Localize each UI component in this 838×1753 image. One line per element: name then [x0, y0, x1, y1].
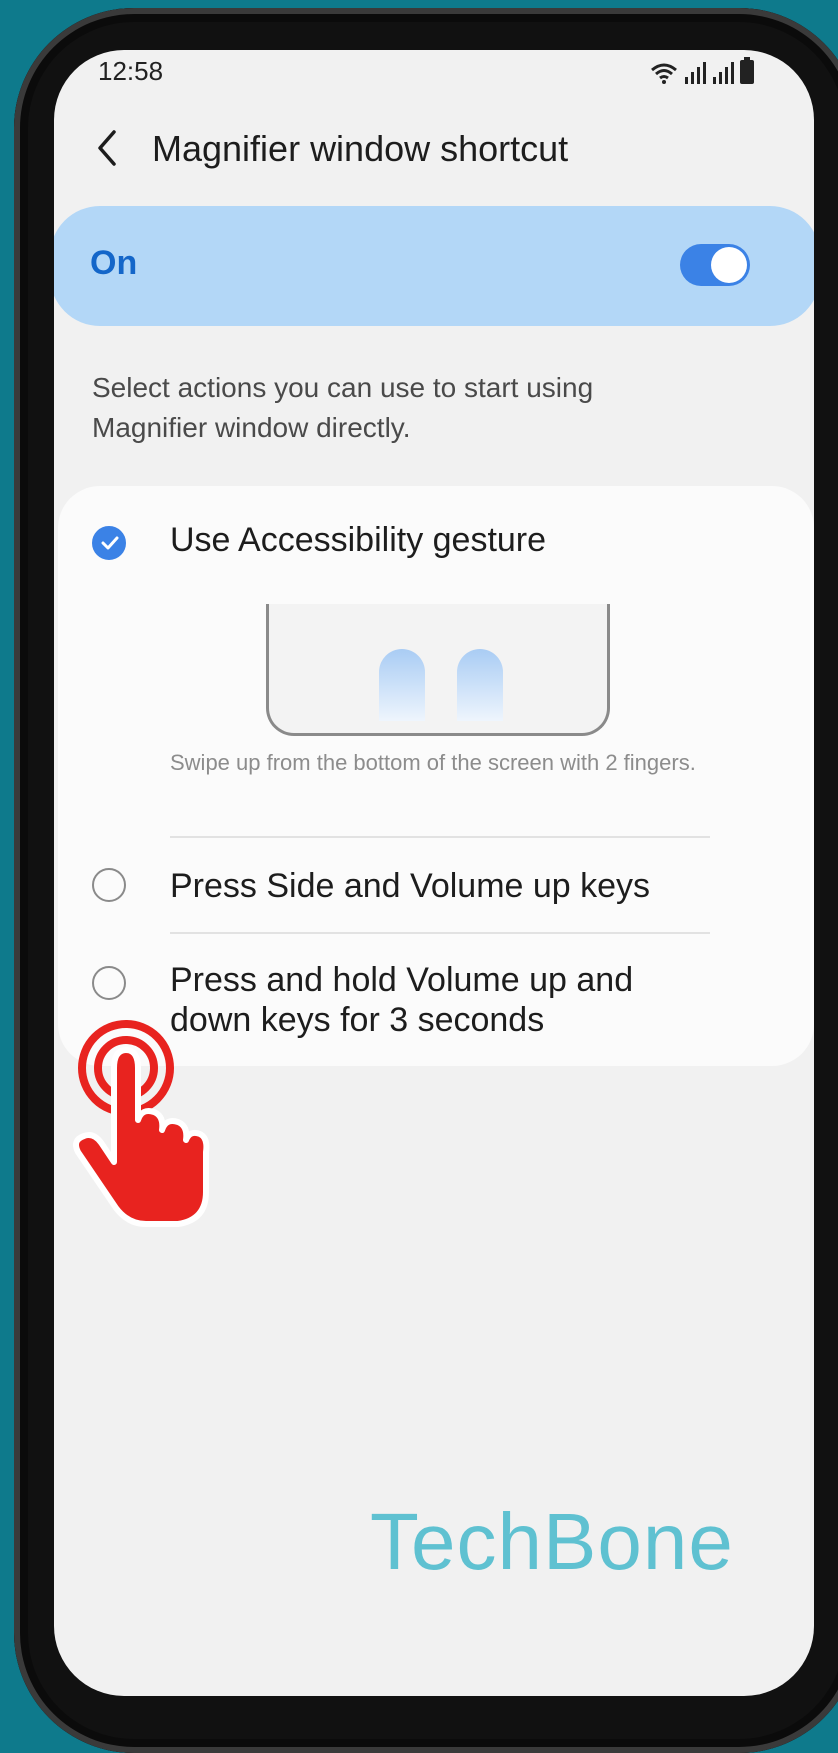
gesture-illustration: [266, 604, 610, 736]
screen: 12:58 Magnifier window shortcut On Selec…: [54, 50, 814, 1696]
option-label: Press Side and Volume up keys: [170, 867, 651, 905]
back-icon[interactable]: [92, 126, 122, 170]
battery-icon: [740, 57, 754, 84]
option-checkbox-checked[interactable]: [92, 526, 126, 560]
header: Magnifier window shortcut: [54, 110, 814, 190]
option-radio[interactable]: [92, 868, 126, 902]
status-bar: 12:58: [54, 50, 814, 100]
watermark: TechBone: [370, 1497, 734, 1586]
signal-icon: [685, 62, 706, 84]
options-card: Use Accessibility gesture Swipe up from …: [58, 486, 814, 1066]
toggle-knob: [711, 247, 747, 283]
option-accessibility-gesture[interactable]: Use Accessibility gesture Swipe up from …: [58, 486, 814, 826]
option-label: Use Accessibility gesture: [170, 521, 547, 559]
option-side-volume-up[interactable]: Press Side and Volume up keys: [58, 838, 814, 934]
option-radio[interactable]: [92, 966, 126, 1000]
finger-illustration: [379, 649, 425, 721]
signal-icon-2: [713, 62, 734, 84]
gesture-caption: Swipe up from the bottom of the screen w…: [170, 750, 696, 775]
option-label: Press and hold Volume up and down keys f…: [170, 961, 634, 1039]
master-toggle[interactable]: [680, 244, 750, 286]
page-title: Magnifier window shortcut: [152, 128, 569, 169]
tap-hand-icon: [73, 1020, 210, 1227]
master-switch-row[interactable]: On: [54, 206, 814, 326]
status-time: 12:58: [98, 56, 164, 86]
check-icon: [101, 536, 119, 550]
status-icons: [650, 57, 754, 84]
master-switch-label: On: [90, 244, 138, 282]
description-text: Select actions you can use to start usin…: [92, 372, 594, 443]
wifi-icon: [651, 63, 677, 84]
finger-illustration: [457, 649, 503, 721]
